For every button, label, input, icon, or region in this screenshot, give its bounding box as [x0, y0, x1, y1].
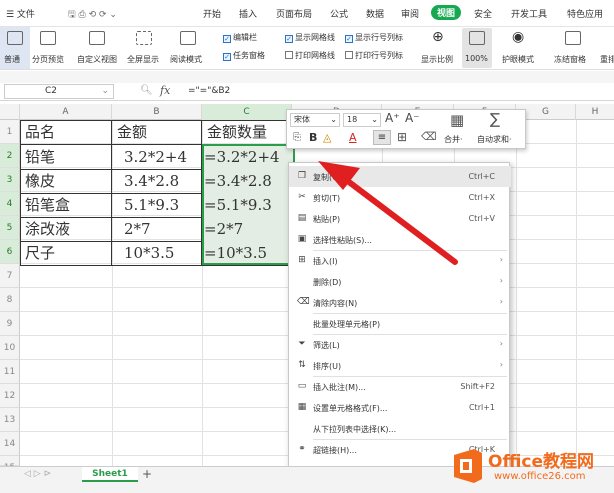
watermark-brand: Office教程网	[488, 452, 595, 472]
office-logo-icon	[454, 449, 482, 483]
annotation-arrow	[318, 161, 458, 265]
watermark-logo: Office教程网 www.office26.com	[444, 441, 614, 493]
watermark-url: www.office26.com	[494, 471, 586, 482]
arrow-shaft	[342, 176, 458, 265]
